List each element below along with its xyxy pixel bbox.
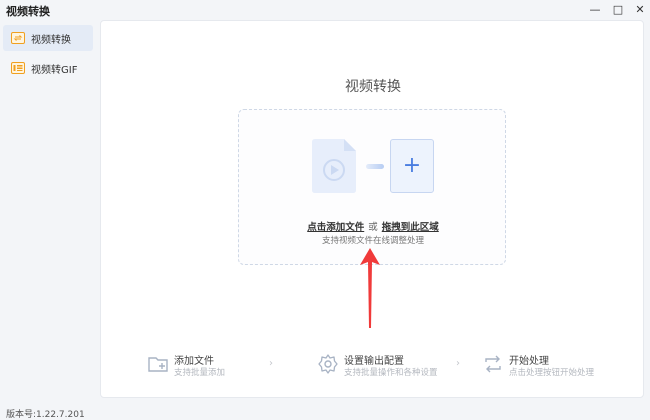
or-separator: 或 bbox=[368, 222, 378, 233]
version-label: 版本号:1.22.7.201 bbox=[6, 410, 85, 420]
sidebar: 视频转换 视频转GIF bbox=[0, 18, 98, 398]
step-chevron-icon: › bbox=[269, 358, 273, 369]
process-cycle-icon bbox=[485, 355, 501, 373]
add-file-plus-icon[interactable]: + bbox=[390, 139, 434, 193]
step-title: 设置输出配置 bbox=[344, 356, 404, 367]
dropzone-subtext: 支持视频文件在线调整处理 bbox=[321, 236, 424, 246]
add-file-link[interactable]: 点击添加文件 bbox=[307, 222, 364, 233]
minimize-button[interactable]: — bbox=[586, 1, 604, 17]
close-button[interactable]: ✕ bbox=[631, 1, 649, 17]
sidebar-item-video-convert[interactable]: 视频转换 bbox=[3, 25, 93, 51]
step-title: 开始处理 bbox=[509, 356, 549, 367]
sidebar-item-video-to-gif[interactable]: 视频转GIF bbox=[3, 55, 93, 81]
main-panel: 视频转换 + 点击添加文件或拖拽到此区域 支持视频文件在线调整处理 添加文件 支… bbox=[100, 20, 644, 398]
settings-gear-icon bbox=[318, 354, 338, 374]
step-desc: 支持批量添加 bbox=[174, 368, 226, 378]
maximize-button[interactable]: □ bbox=[609, 1, 627, 17]
step-title: 添加文件 bbox=[174, 356, 214, 367]
gif-icon bbox=[11, 62, 25, 74]
sidebar-item-label: 视频转GIF bbox=[31, 64, 78, 76]
app-title: 视频转换 bbox=[6, 5, 50, 18]
step-chevron-icon: › bbox=[456, 358, 460, 369]
connector-bar bbox=[366, 164, 384, 169]
dropzone-instruction: 点击添加文件或拖拽到此区域 bbox=[239, 219, 507, 233]
sidebar-item-label: 视频转换 bbox=[31, 34, 71, 46]
folder-add-icon bbox=[148, 357, 168, 372]
red-annotation-arrow bbox=[360, 248, 380, 328]
page-title: 视频转换 bbox=[345, 79, 401, 95]
step-desc: 点击处理按钮开始处理 bbox=[509, 368, 595, 378]
drag-here-link[interactable]: 拖拽到此区域 bbox=[382, 222, 439, 233]
file-dropzone[interactable]: + 点击添加文件或拖拽到此区域 支持视频文件在线调整处理 bbox=[238, 109, 506, 265]
video-file-icon bbox=[312, 139, 356, 193]
title-bar: 视频转换 — □ ✕ bbox=[0, 0, 650, 19]
step-desc: 支持批量操作和各种设置 bbox=[344, 368, 438, 378]
video-convert-icon bbox=[11, 32, 25, 44]
